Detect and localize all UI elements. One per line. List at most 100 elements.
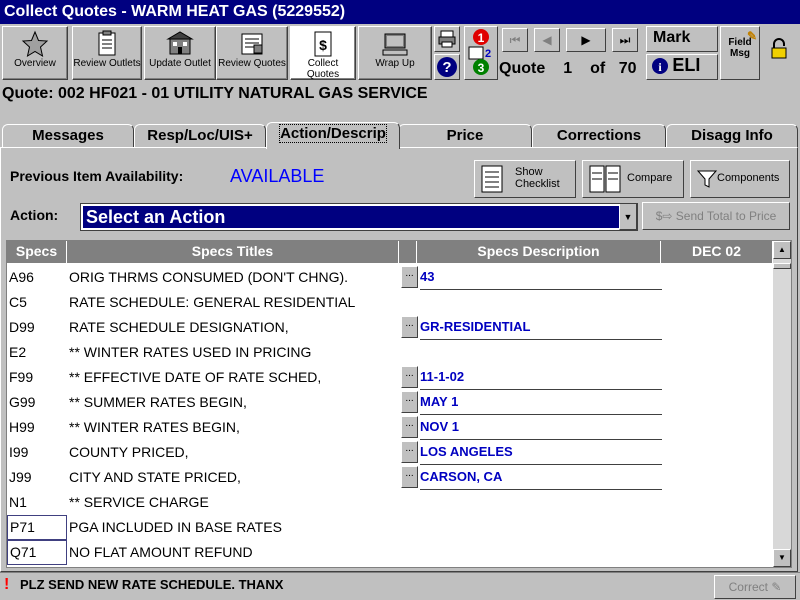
- update-outlet-button[interactable]: Update Outlet: [144, 26, 216, 80]
- compare-icon: [589, 165, 621, 196]
- ellipsis-icon[interactable]: ...: [401, 316, 418, 338]
- tab-price[interactable]: Price: [398, 124, 532, 147]
- action-label: Action:: [10, 207, 59, 223]
- numbered-badges-icon: 1 2 3: [468, 29, 491, 75]
- field-msg-button[interactable]: Field Msg ✎: [720, 26, 760, 80]
- status-message: PLZ SEND NEW RATE SCHEDULE. THANX: [20, 577, 284, 592]
- components-label: Components: [717, 172, 780, 184]
- spec-title: ** SERVICE CHARGE: [69, 494, 209, 510]
- pencil-icon: ✎: [771, 580, 782, 594]
- scroll-thumb[interactable]: [773, 263, 791, 269]
- first-quote-button[interactable]: ⏮: [502, 28, 528, 52]
- ellipsis-icon[interactable]: ...: [401, 466, 418, 488]
- review-quotes-button[interactable]: Review Quotes: [216, 26, 288, 80]
- spec-description[interactable]: 43: [420, 269, 662, 290]
- user-id: ELI: [672, 55, 701, 75]
- tab-resp-loc-uis[interactable]: Resp/Loc/UIS+: [134, 124, 266, 147]
- tab-action-descrip[interactable]: Action/Descrip: [266, 122, 400, 149]
- toolbar: Overview Review Outlets Update Outlet Re…: [0, 24, 800, 84]
- spec-description[interactable]: NOV 1: [420, 419, 662, 440]
- quote-status-button[interactable]: 1 2 3: [464, 26, 498, 80]
- table-row[interactable]: J99 CITY AND STATE PRICED,... CARSON, CA: [7, 465, 773, 490]
- table-row[interactable]: P71 PGA INCLUDED IN BASE RATES: [7, 515, 773, 540]
- print-button[interactable]: [434, 26, 460, 52]
- compare-label: Compare: [627, 172, 673, 184]
- grid-scrollbar[interactable]: ▲ ▼: [773, 241, 791, 567]
- spec-description[interactable]: 11-1-02: [420, 369, 662, 390]
- next-quote-button[interactable]: ▶: [566, 28, 606, 52]
- table-row[interactable]: G99 ** SUMMER RATES BEGIN,... MAY 1: [7, 390, 773, 415]
- spec-code: E2: [9, 344, 27, 360]
- table-row[interactable]: H99 ** WINTER RATES BEGIN,... NOV 1: [7, 415, 773, 440]
- badge-3: 3: [478, 61, 485, 75]
- svg-text:$: $: [319, 37, 327, 53]
- spec-description[interactable]: GR-RESIDENTIAL: [420, 319, 662, 340]
- tab-disagg-info[interactable]: Disagg Info: [666, 124, 798, 147]
- table-row[interactable]: I99 COUNTY PRICED,... LOS ANGELES: [7, 440, 773, 465]
- help-icon: ?: [436, 57, 458, 81]
- show-checklist-label: Show Checklist: [515, 166, 560, 190]
- table-row[interactable]: D99 RATE SCHEDULE DESIGNATION,... GR-RESID…: [7, 315, 773, 340]
- review-outlets-label: Review Outlets: [73, 58, 141, 69]
- printer-icon: [437, 30, 457, 52]
- spec-title: ** EFFECTIVE DATE OF RATE SCHED,: [69, 369, 322, 385]
- table-row[interactable]: Q71 NO FLAT AMOUNT REFUND: [7, 540, 773, 565]
- col-header-period: DEC 02: [661, 241, 773, 263]
- computer-icon: [359, 30, 431, 58]
- ellipsis-icon[interactable]: ...: [401, 416, 418, 438]
- send-total-to-price-button[interactable]: $⇨ Send Total to Price: [642, 202, 790, 230]
- next-icon: ▶: [581, 33, 591, 47]
- correct-button[interactable]: Correct ✎: [714, 575, 796, 599]
- table-row[interactable]: N1 ** SERVICE CHARGE: [7, 490, 773, 515]
- scroll-down-icon[interactable]: ▼: [773, 549, 791, 567]
- wrap-up-button[interactable]: Wrap Up: [358, 26, 432, 80]
- spec-description[interactable]: LOS ANGELES: [420, 444, 662, 465]
- tab-label: Action/Descrip: [279, 124, 387, 143]
- scroll-up-icon[interactable]: ▲: [773, 241, 791, 259]
- chevron-down-icon[interactable]: ▼: [619, 204, 637, 230]
- review-quotes-label: Review Quotes: [218, 58, 286, 69]
- show-checklist-button[interactable]: Show Checklist: [474, 160, 576, 198]
- lock-button[interactable]: [764, 38, 794, 68]
- table-row[interactable]: E2 ** WINTER RATES USED IN PRICING: [7, 340, 773, 365]
- spec-title: RATE SCHEDULE: GENERAL RESIDENTIAL: [69, 294, 356, 310]
- tab-corrections[interactable]: Corrections: [532, 124, 666, 147]
- table-row[interactable]: F99 ** EFFECTIVE DATE OF RATE SCHED,... 11…: [7, 365, 773, 390]
- components-button[interactable]: Components: [690, 160, 790, 198]
- badge-1: 1: [478, 31, 485, 45]
- col-header-spacer: [399, 241, 417, 263]
- correct-label: Correct: [728, 580, 768, 594]
- overview-button[interactable]: Overview: [2, 26, 68, 80]
- spec-title: COUNTY PRICED,: [69, 444, 189, 460]
- quote-of: of: [590, 60, 606, 77]
- spec-code: G99: [9, 394, 36, 410]
- review-outlets-button[interactable]: Review Outlets: [72, 26, 142, 80]
- spec-code: I99: [9, 444, 29, 460]
- quote-header: Quote: 002 HF021 - 01 UTILITY NATURAL GA…: [2, 85, 428, 102]
- spec-title: CITY AND STATE PRICED,: [69, 469, 241, 485]
- collect-quotes-button[interactable]: $ Collect Quotes: [290, 26, 356, 80]
- spec-title: NO FLAT AMOUNT REFUND: [69, 544, 253, 560]
- table-row[interactable]: A96 ORIG THRMS CONSUMED (DON'T CHNG).... 4…: [7, 265, 773, 290]
- collect-quotes-label: Collect Quotes: [306, 58, 340, 80]
- tab-label: Messages: [32, 127, 104, 144]
- table-row[interactable]: C5 RATE SCHEDULE: GENERAL RESIDENTIAL: [7, 290, 773, 315]
- update-outlet-label: Update Outlet: [149, 58, 211, 69]
- ellipsis-icon[interactable]: ...: [401, 441, 418, 463]
- clipboard-icon: [73, 30, 141, 58]
- previous-quote-button[interactable]: ◀: [534, 28, 560, 52]
- ellipsis-icon[interactable]: ...: [401, 391, 418, 413]
- ellipsis-icon[interactable]: ...: [401, 266, 418, 288]
- ellipsis-icon[interactable]: ...: [401, 366, 418, 388]
- spec-description[interactable]: CARSON, CA: [420, 469, 662, 490]
- spec-code: F99: [9, 369, 34, 385]
- spec-description[interactable]: MAY 1: [420, 394, 662, 415]
- help-button[interactable]: ?: [434, 54, 460, 80]
- tab-messages[interactable]: Messages: [2, 124, 134, 147]
- spec-title: PGA INCLUDED IN BASE RATES: [69, 519, 282, 535]
- compare-button[interactable]: Compare: [582, 160, 684, 198]
- wrap-up-label: Wrap Up: [375, 58, 415, 69]
- action-select[interactable]: Select an Action ▼: [80, 203, 638, 231]
- tab-label: Disagg Info: [691, 127, 773, 144]
- last-quote-button[interactable]: ⏭: [612, 28, 638, 52]
